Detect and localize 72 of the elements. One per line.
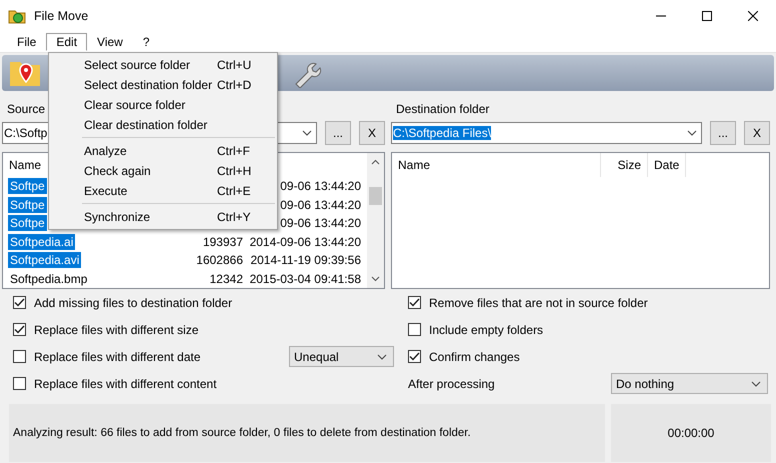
- maximize-icon: [702, 10, 712, 20]
- dropdown-chevron-icon: [687, 130, 697, 136]
- browse-button[interactable]: ...: [325, 121, 351, 145]
- file-date: 09-06 13:44:20: [280, 198, 361, 212]
- chevron-down-icon[interactable]: [371, 276, 380, 282]
- menu-option[interactable]: Select destination folder Ctrl+D: [49, 75, 277, 95]
- checkbox[interactable]: [13, 377, 26, 390]
- dropdown[interactable]: Unequal: [289, 346, 394, 367]
- menu-option[interactable]: Select source folder Ctrl+U: [49, 55, 277, 75]
- chevron-up-icon[interactable]: [371, 159, 380, 165]
- checkbox-label[interactable]: Include empty folders: [429, 322, 544, 336]
- file-date: 2015-03-04 09:41:58: [250, 272, 361, 286]
- dropdown[interactable]: Do nothing: [611, 373, 768, 394]
- dropdown-chevron-icon: [377, 354, 387, 360]
- menu-option[interactable]: Clear destination folder: [49, 115, 277, 135]
- checkmark-icon: [14, 298, 25, 307]
- file-name[interactable]: Softpe: [8, 178, 47, 194]
- checkbox-label[interactable]: Replace files with different size: [34, 322, 199, 336]
- checkbox[interactable]: [13, 350, 26, 363]
- menu-item[interactable]: ?: [132, 32, 160, 50]
- checkmark-icon: [14, 325, 25, 334]
- folder-label: Source: [6, 101, 46, 118]
- column-header[interactable]: Name: [392, 153, 601, 177]
- file-name[interactable]: Softpedia.bmp: [8, 270, 90, 287]
- checkbox-label[interactable]: Replace files with different date: [34, 350, 201, 364]
- menu-option[interactable]: Analyze Ctrl+F: [49, 141, 277, 161]
- option-label: After processing: [408, 376, 495, 390]
- menu-item[interactable]: View: [87, 32, 133, 50]
- menu-option[interactable]: Check again Ctrl+H: [49, 161, 277, 181]
- window-title: File Move: [34, 8, 88, 22]
- menu-option[interactable]: Clear source folder: [49, 95, 277, 115]
- browse-button[interactable]: ...: [710, 121, 736, 145]
- dropdown-chevron-icon: [751, 380, 761, 386]
- file-date: 09-06 13:44:20: [280, 216, 361, 230]
- close-icon: [748, 10, 758, 20]
- clear-button[interactable]: X: [359, 121, 385, 145]
- checkbox-label[interactable]: Confirm changes: [429, 350, 520, 364]
- checkmark-icon: [409, 352, 420, 361]
- file-size: 12342: [210, 272, 243, 286]
- file-date: 09-06 13:44:20: [280, 179, 361, 194]
- column-header[interactable]: Date: [648, 153, 686, 177]
- folder-icon: [8, 8, 26, 24]
- checkbox[interactable]: [13, 296, 26, 309]
- file-name[interactable]: Softpedia.ai: [8, 234, 76, 250]
- file-name[interactable]: Softpedia.avi: [8, 252, 82, 268]
- checkbox-label[interactable]: Add missing files to destination folder: [34, 296, 232, 310]
- checkbox[interactable]: [408, 323, 421, 336]
- checkbox[interactable]: [408, 296, 421, 309]
- checkbox-label[interactable]: Replace files with different content: [34, 376, 217, 390]
- folder-label: Destination folder: [395, 101, 490, 118]
- checkbox-label[interactable]: Remove files that are not in source folder: [429, 296, 648, 310]
- file-size: 1602866: [196, 253, 243, 268]
- scrollbar[interactable]: [367, 153, 384, 288]
- folder-path-field[interactable]: C:\Softpedia Files\: [391, 122, 702, 144]
- menu-item[interactable]: File: [7, 32, 46, 50]
- checkbox[interactable]: [408, 350, 421, 363]
- checkbox[interactable]: [13, 323, 26, 336]
- file-name[interactable]: Softpe: [8, 196, 47, 213]
- file-date: 2014-09-06 13:44:20: [250, 234, 361, 249]
- file-date: 2014-11-19 09:39:56: [250, 253, 361, 268]
- dropdown-chevron-icon: [302, 130, 312, 136]
- status-message: Analyzing result: 66 files to add from source folder, 0 files to delete from destination folder.: [9, 404, 605, 462]
- menu-option[interactable]: Synchronize Ctrl+Y: [49, 207, 277, 227]
- checkmark-icon: [409, 298, 420, 307]
- elapsed-time: 00:00:00: [611, 404, 771, 462]
- clear-button[interactable]: X: [744, 121, 770, 145]
- file-size: 193937: [202, 234, 243, 249]
- file-name[interactable]: Softpe: [8, 215, 47, 232]
- menu-option[interactable]: Execute Ctrl+E: [49, 181, 277, 201]
- menu-item[interactable]: Edit: [46, 32, 88, 50]
- scroll-thumb[interactable]: [369, 186, 382, 204]
- column-header[interactable]: Size: [601, 153, 648, 177]
